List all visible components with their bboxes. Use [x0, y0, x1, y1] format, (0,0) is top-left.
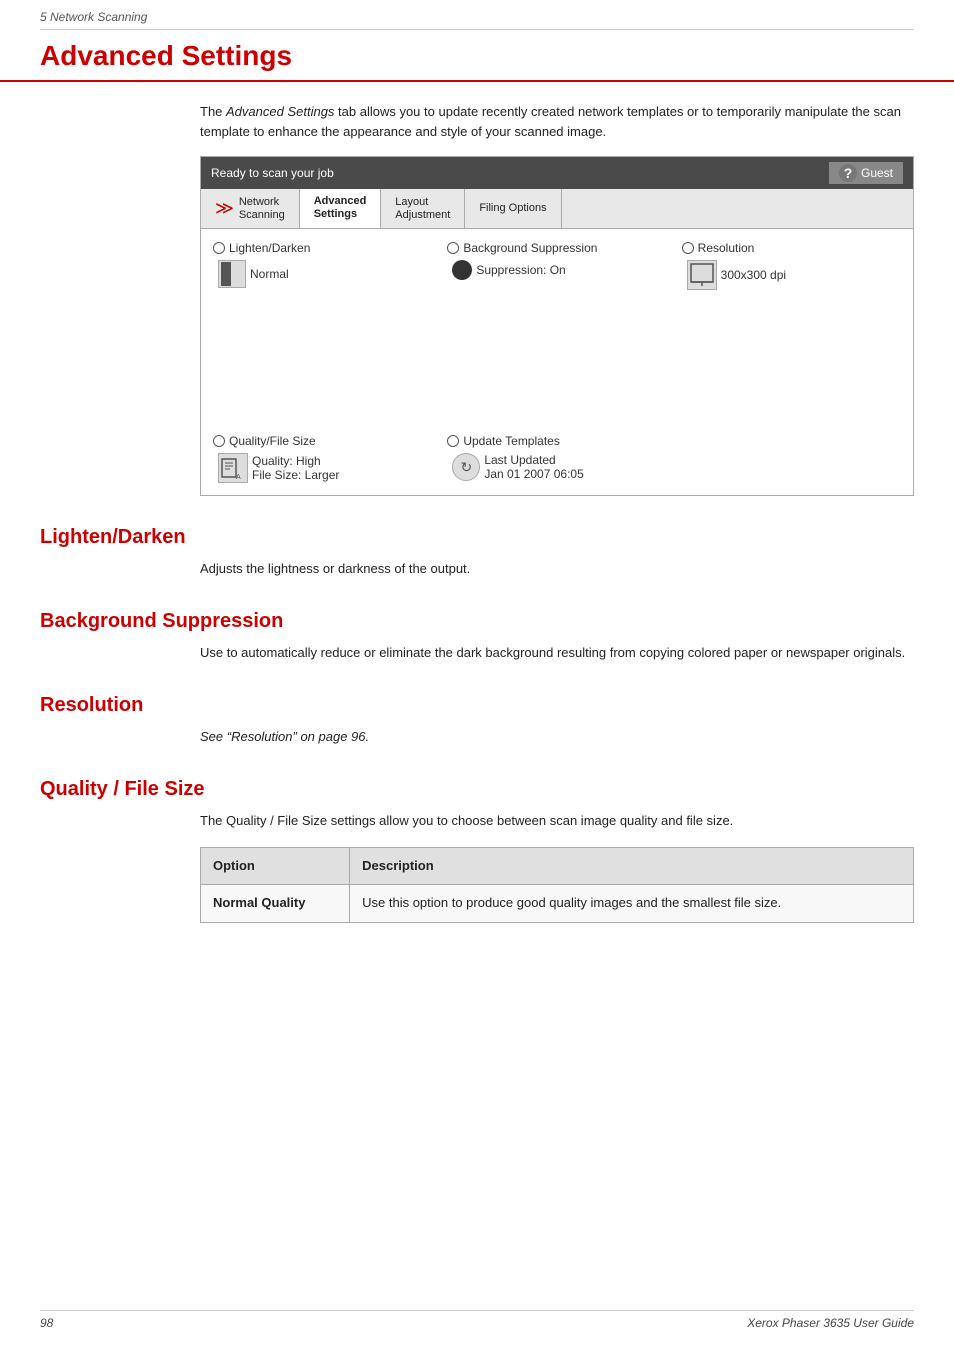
tab-advanced-settings-label: AdvancedSettings [314, 195, 367, 221]
footer-page-number: 98 [40, 1316, 53, 1330]
resolution-value: 300x300 dpi [687, 260, 901, 290]
table-cell-option: Normal Quality [201, 885, 350, 923]
bg-suppression-indicator[interactable] [452, 260, 472, 280]
update-templates-radio[interactable] [447, 435, 459, 447]
page-title: Advanced Settings [40, 40, 914, 80]
quality-radio[interactable] [213, 435, 225, 447]
quality-text2: File Size: Larger [252, 468, 339, 482]
svg-text:A: A [236, 474, 241, 481]
update-text-group: Last Updated Jan 01 2007 06:05 [484, 453, 583, 481]
scanner-options-row1: Lighten/Darken Normal Background Suppres… [201, 229, 913, 429]
bg-suppression-radio[interactable] [447, 242, 459, 254]
update-text2: Jan 01 2007 06:05 [484, 467, 583, 481]
resolution-text: 300x300 dpi [721, 268, 786, 282]
scanner-header-text: Ready to scan your job [211, 166, 334, 180]
bg-suppression-value: Suppression: On [452, 260, 666, 280]
tab-filing-options[interactable]: Filing Options [465, 189, 561, 228]
resolution-radio[interactable] [682, 242, 694, 254]
table-cell-description: Use this option to produce good quality … [350, 885, 914, 923]
guest-button[interactable]: ? Guest [829, 162, 903, 184]
section-heading-resolution: Resolution [40, 694, 914, 717]
intro-text: The Advanced Settings tab allows you to … [200, 102, 954, 141]
page-footer: 98 Xerox Phaser 3635 User Guide [40, 1310, 914, 1330]
guest-label: Guest [861, 166, 893, 180]
tab-layout-adjustment-label: LayoutAdjustment [395, 196, 450, 222]
quality-table: Option Description Normal Quality Use th… [200, 847, 914, 924]
table-header-option: Option [201, 847, 350, 885]
quality-value: A Quality: High File Size: Larger [218, 453, 432, 483]
bg-suppression-group: Background Suppression Suppression: On [447, 241, 666, 417]
footer-product: Xerox Phaser 3635 User Guide [747, 1316, 914, 1330]
section-body-resolution: See “Resolution” on page 96. [200, 727, 914, 748]
tab-network-scanning[interactable]: ≫ NetworkScanning [201, 189, 300, 228]
quality-group: Quality/File Size A Quality: Hig [213, 434, 432, 483]
quality-text1: Quality: High [252, 454, 339, 468]
table-header-description: Description [350, 847, 914, 885]
lighten-darken-text: Normal [250, 267, 289, 281]
page-title-section: Advanced Settings [0, 30, 954, 82]
update-icon: ↻ [452, 453, 480, 481]
quality-icon: A [218, 453, 248, 483]
quality-label: Quality/File Size [213, 434, 432, 448]
section-body-lighten-darken: Adjusts the lightness or darkness of the… [200, 559, 914, 580]
scanner-options-row2: Quality/File Size A Quality: Hig [201, 429, 913, 495]
update-templates-group: Update Templates ↻ Last Updated Jan 01 2… [447, 434, 666, 483]
section-heading-bg-suppression: Background Suppression [40, 610, 914, 633]
tab-advanced-settings[interactable]: AdvancedSettings [300, 189, 382, 228]
table-row: Normal Quality Use this option to produc… [201, 885, 914, 923]
section-body-quality: The Quality / File Size settings allow y… [200, 811, 914, 923]
lighten-darken-group: Lighten/Darken Normal [213, 241, 432, 417]
tab-filing-options-label: Filing Options [479, 202, 546, 215]
lighten-darken-label: Lighten/Darken [213, 241, 432, 255]
lighten-darken-radio[interactable] [213, 242, 225, 254]
tab-network-scanning-label: NetworkScanning [239, 196, 285, 222]
bg-suppression-label: Background Suppression [447, 241, 666, 255]
bg-suppression-text: Suppression: On [476, 263, 565, 277]
update-templates-label: Update Templates [447, 434, 666, 448]
update-templates-value: ↻ Last Updated Jan 01 2007 06:05 [452, 453, 666, 481]
section-heading-quality: Quality / File Size [40, 778, 914, 801]
resolution-ref: See “Resolution” on page 96. [200, 729, 369, 744]
quality-text-group: Quality: High File Size: Larger [252, 454, 339, 482]
lighten-darken-slider[interactable] [218, 260, 246, 288]
resolution-label: Resolution [682, 241, 901, 255]
scanner-tabs: ≫ NetworkScanning AdvancedSettings Layou… [201, 189, 913, 229]
intro-text-before: The [200, 104, 226, 119]
network-scan-icon: ≫ [215, 198, 234, 219]
breadcrumb: 5 Network Scanning [0, 0, 954, 29]
section-heading-lighten-darken: Lighten/Darken [40, 526, 914, 549]
intro-italic: Advanced Settings [226, 104, 334, 119]
resolution-group: Resolution 300x300 dpi [682, 241, 901, 417]
empty-col [682, 434, 901, 483]
tab-layout-adjustment[interactable]: LayoutAdjustment [381, 189, 465, 228]
question-icon: ? [839, 164, 857, 182]
scanner-header: Ready to scan your job ? Guest [201, 157, 913, 189]
scanner-panel: Ready to scan your job ? Guest ≫ Network… [200, 156, 914, 496]
section-body-bg-suppression: Use to automatically reduce or eliminate… [200, 643, 914, 664]
lighten-darken-value: Normal [218, 260, 432, 288]
resolution-icon [687, 260, 717, 290]
update-text1: Last Updated [484, 453, 583, 467]
